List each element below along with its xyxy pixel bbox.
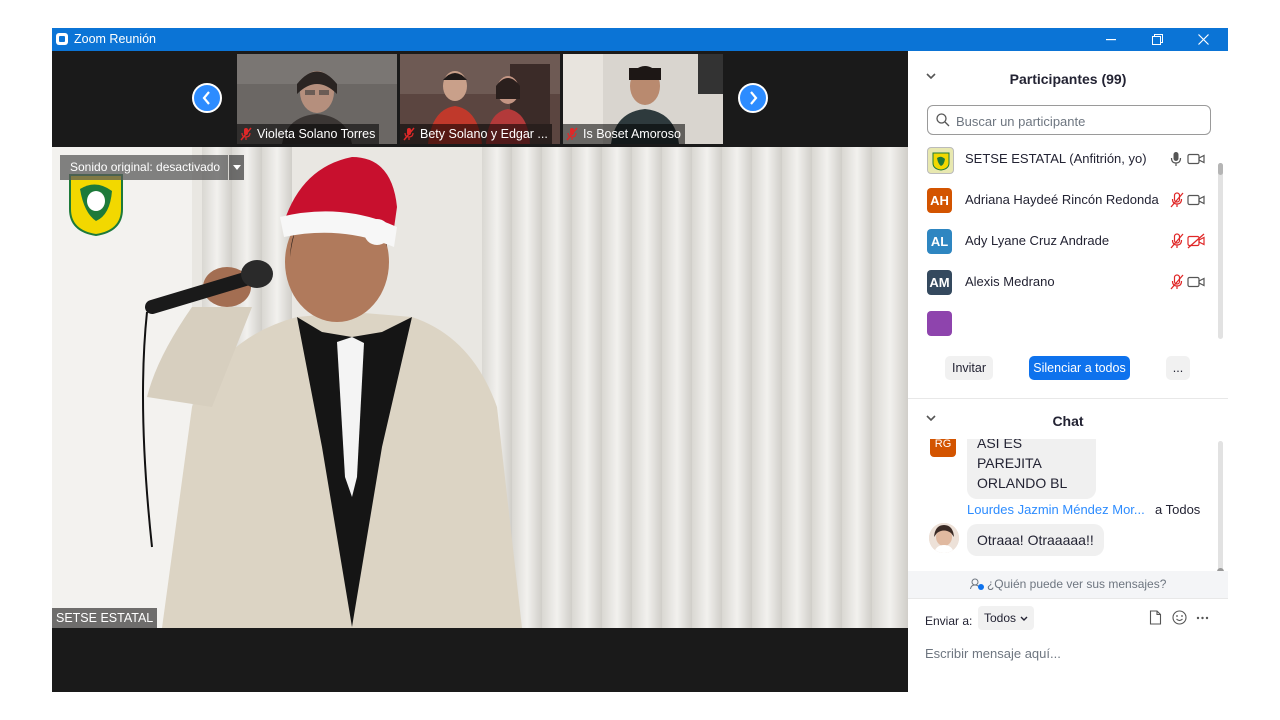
- search-input[interactable]: [954, 110, 1208, 132]
- participant-name-label: Violeta Solano Torres: [237, 124, 380, 144]
- participants-header: Participantes (99): [908, 59, 1228, 99]
- section-divider: [908, 398, 1228, 399]
- next-page-button[interactable]: [738, 83, 768, 113]
- zoom-window: Zoom Reunión Violeta Solano Torres Bety …: [52, 28, 1228, 692]
- more-options-button[interactable]: ...: [1166, 356, 1190, 380]
- avatar: [929, 523, 959, 553]
- speaker-name-tag: SETSE ESTATAL: [52, 608, 158, 628]
- chevron-right-icon: [750, 91, 758, 105]
- participant-name-label: Bety Solano y Edgar ...: [400, 124, 552, 144]
- search-icon: [936, 113, 950, 127]
- participant-row[interactable]: AM Alexis Medrano: [908, 262, 1228, 303]
- participant-list: SETSE ESTATAL (Anfitrión, yo) AH Adriana…: [908, 147, 1228, 347]
- restore-button[interactable]: [1134, 28, 1180, 51]
- avatar: [927, 311, 952, 336]
- caret-down-icon: [232, 165, 241, 170]
- participants-scrollbar[interactable]: [1218, 163, 1223, 339]
- mic-muted-icon[interactable]: [1170, 233, 1184, 249]
- mic-muted-icon: [240, 127, 252, 141]
- emoji-icon[interactable]: [1172, 610, 1187, 625]
- more-icon[interactable]: [1196, 616, 1209, 620]
- avatar: [927, 147, 954, 174]
- avatar: AL: [927, 229, 952, 254]
- video-camera-icon[interactable]: [1187, 153, 1205, 165]
- chat-sender-name[interactable]: Lourdes Jazmin Méndez Mor...: [967, 502, 1145, 517]
- mute-all-button[interactable]: Silenciar a todos: [1029, 356, 1130, 380]
- chat-message-bubble: Otraaa! Otraaaaa!!: [967, 524, 1104, 556]
- participant-name: Alexis Medrano: [965, 274, 1055, 289]
- window-title: Zoom Reunión: [74, 32, 156, 46]
- participant-search[interactable]: [927, 105, 1211, 135]
- speaker-video-frame: [52, 147, 908, 628]
- participant-name-label: Is Boset Amoroso: [563, 124, 685, 144]
- participant-name: SETSE ESTATAL (Anfitrión, yo): [965, 151, 1147, 166]
- union-logo-icon: [932, 152, 949, 171]
- chat-title: Chat: [1052, 413, 1084, 429]
- recipient-dropdown[interactable]: Todos: [978, 606, 1035, 630]
- side-panel: Participantes (99) SETSE ESTATAL (Anfitr…: [908, 51, 1228, 692]
- original-sound-dropdown[interactable]: [229, 155, 245, 180]
- close-icon: [1197, 34, 1209, 45]
- original-sound-label[interactable]: Sonido original: desactivado: [60, 155, 229, 180]
- previous-page-button[interactable]: [192, 83, 222, 113]
- original-sound-control[interactable]: Sonido original: desactivado: [60, 155, 245, 180]
- chevron-down-icon: [1020, 616, 1028, 621]
- minimize-icon: [1106, 38, 1116, 40]
- user-photo: [929, 523, 959, 553]
- minimize-button[interactable]: [1088, 28, 1134, 51]
- avatar: AM: [927, 270, 952, 295]
- active-speaker-video[interactable]: Sonido original: desactivado SETSE ESTAT…: [52, 147, 908, 628]
- close-button[interactable]: [1180, 28, 1226, 51]
- thumbnail-strip: Violeta Solano Torres Bety Solano y Edga…: [52, 51, 908, 147]
- participant-thumbnail[interactable]: Is Boset Amoroso: [563, 54, 723, 144]
- video-camera-icon[interactable]: [1187, 194, 1205, 206]
- participant-row[interactable]: AL Ady Lyane Cruz Andrade: [908, 221, 1228, 262]
- mic-muted-icon: [403, 127, 415, 141]
- section-divider: [908, 598, 1228, 599]
- participant-thumbnail[interactable]: Violeta Solano Torres: [237, 54, 397, 144]
- participant-row[interactable]: SETSE ESTATAL (Anfitrión, yo): [908, 147, 1228, 180]
- participant-name: Ady Lyane Cruz Andrade: [965, 233, 1110, 248]
- chat-recipient: a Todos: [1155, 502, 1201, 517]
- restore-icon: [1151, 34, 1163, 45]
- chat-message-input[interactable]: [925, 641, 1215, 665]
- participant-row[interactable]: AH Adriana Haydeé Rincón Redonda: [908, 180, 1228, 221]
- title-bar: Zoom Reunión: [52, 28, 1228, 51]
- participants-title: Participantes (99): [1009, 71, 1127, 87]
- participant-name: Adriana Haydeé Rincón Redonda: [965, 192, 1159, 207]
- mic-muted-icon[interactable]: [1170, 274, 1184, 290]
- send-to-label: Enviar a:: [925, 614, 973, 628]
- chat-scrollbar[interactable]: [1217, 441, 1224, 575]
- who-can-see-link[interactable]: ¿Quién puede ver sus mensajes?: [908, 577, 1228, 591]
- avatar: AH: [927, 188, 952, 213]
- mic-muted-icon: [566, 127, 578, 141]
- chat-messages: RG ASI ES PAREJITA ORLANDO BL Lourdes Ja…: [908, 439, 1228, 575]
- mic-muted-icon[interactable]: [1170, 192, 1184, 208]
- chevron-left-icon: [202, 91, 210, 105]
- user-info-icon: [969, 578, 984, 590]
- avatar: RG: [930, 439, 956, 457]
- chat-message-bubble: ASI ES PAREJITA ORLANDO BL: [967, 439, 1096, 499]
- chat-header: Chat: [908, 401, 1228, 441]
- zoom-app-icon: [56, 33, 68, 45]
- mic-icon[interactable]: [1170, 151, 1182, 167]
- video-camera-icon[interactable]: [1187, 276, 1205, 288]
- invite-button[interactable]: Invitar: [945, 356, 993, 380]
- file-icon[interactable]: [1149, 610, 1162, 625]
- scrollbar-thumb[interactable]: [1218, 163, 1223, 175]
- video-area: Violeta Solano Torres Bety Solano y Edga…: [52, 51, 908, 692]
- video-camera-off-icon[interactable]: [1187, 233, 1205, 249]
- participant-thumbnail[interactable]: Bety Solano y Edgar ...: [400, 54, 560, 144]
- participant-row[interactable]: [908, 303, 1228, 344]
